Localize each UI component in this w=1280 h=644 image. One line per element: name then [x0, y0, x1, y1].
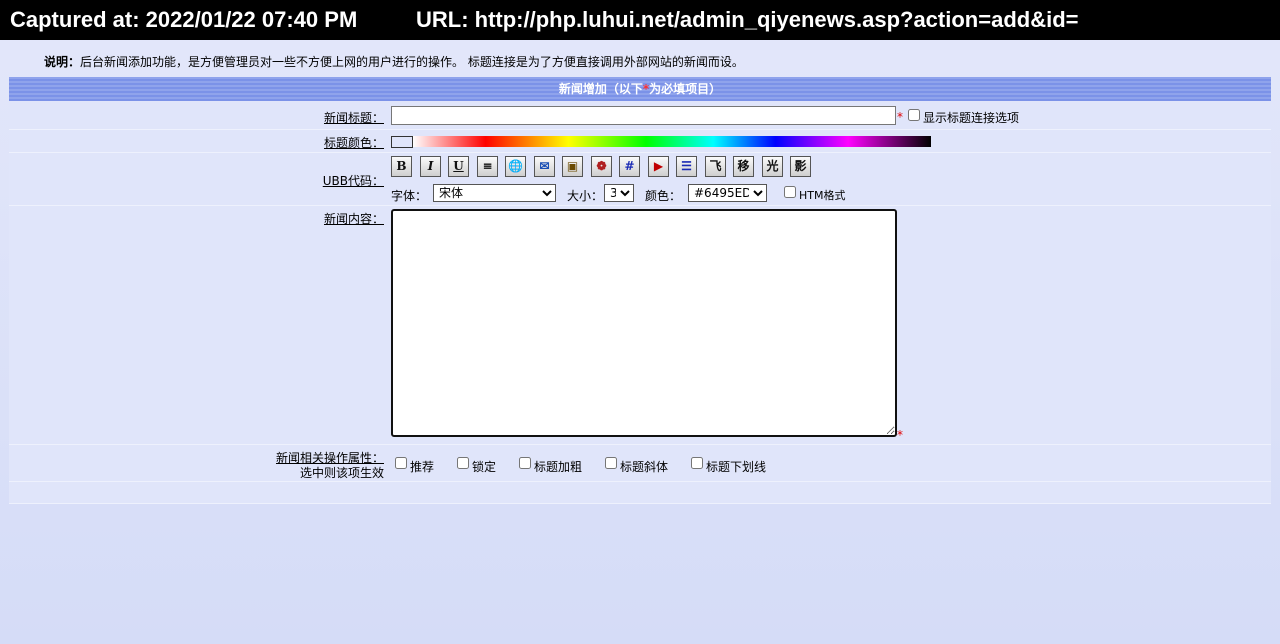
note-text: 后台新闻添加功能，是方便管理员对一些不方便上网的用户进行的操作。 标题连接是为了… [80, 55, 744, 69]
font-label: 字体： [391, 189, 428, 203]
row-footer [9, 482, 1271, 504]
quote-button[interactable]: ▶ [648, 156, 669, 177]
show-link-label: 显示标题连接选项 [923, 111, 1020, 125]
italic-title-label: 标题斜体 [620, 460, 669, 474]
capture-time: Captured at: 2022/01/22 07:40 PM [10, 7, 358, 32]
recommend-label: 推荐 [410, 460, 435, 474]
content-required-mark: * [897, 428, 903, 442]
title-color-label: 标题颜色： [323, 136, 384, 150]
ubb-toolbar: B I U ≡ 🌐 ✉ ▣ ❁ # ▶ ☰ 飞 移 光 影 [391, 156, 821, 178]
section-title-post: 为必填项目） [649, 82, 722, 96]
lock-label: 锁定 [472, 460, 497, 474]
color-palette[interactable] [413, 136, 931, 147]
note-label: 说明： [44, 55, 81, 69]
underline-button[interactable]: U [448, 156, 469, 177]
underline-title-label: 标题下划线 [706, 460, 767, 474]
content-textarea[interactable] [391, 209, 897, 437]
code-button[interactable]: # [619, 156, 640, 177]
row-attributes: 新闻相关操作属性： 选中则该项生效 推荐 锁定 标题加粗 标题斜体 标题下划线 [9, 445, 1271, 482]
recommend-checkbox[interactable] [395, 457, 407, 469]
capture-url: URL: http://php.luhui.net/admin_qiyenews… [416, 7, 1079, 32]
title-required-mark: * [897, 110, 903, 124]
fly-button[interactable]: 飞 [705, 156, 726, 177]
section-title-pre: 新闻增加（以下 [558, 82, 643, 96]
ubb-label: UBB代码： [322, 174, 384, 188]
font-color-select[interactable]: #6495ED [688, 184, 767, 202]
underline-title-checkbox[interactable] [691, 457, 703, 469]
row-content: 新闻内容： * [9, 206, 1271, 445]
content-label: 新闻内容： [323, 212, 384, 226]
center-button[interactable]: ≡ [477, 156, 498, 177]
section-header: 新闻增加（以下*为必填项目） [9, 77, 1271, 101]
capture-bar: Captured at: 2022/01/22 07:40 PM URL: ht… [0, 0, 1280, 40]
list-button[interactable]: ☰ [676, 156, 697, 177]
url-button[interactable]: 🌐 [505, 156, 526, 177]
size-label: 大小： [567, 189, 604, 203]
glow-button[interactable]: 光 [762, 156, 783, 177]
font-select[interactable]: 宋体 [433, 184, 556, 202]
italic-title-checkbox[interactable] [605, 457, 617, 469]
bold-title-checkbox[interactable] [519, 457, 531, 469]
row-ubb: UBB代码： B I U ≡ 🌐 ✉ ▣ ❁ # ▶ ☰ 飞 移 光 影 字体：… [9, 153, 1271, 206]
title-input[interactable] [391, 106, 896, 125]
selected-color-swatch[interactable] [391, 136, 413, 148]
move-button[interactable]: 移 [733, 156, 754, 177]
attributes-hint: 选中则该项生效 [299, 466, 384, 480]
size-select[interactable]: 3 [604, 184, 634, 202]
flash-button[interactable]: ❁ [591, 156, 612, 177]
row-title-color: 标题颜色： [9, 130, 1271, 153]
font-color-label: 颜色： [645, 189, 682, 203]
email-button[interactable]: ✉ [534, 156, 555, 177]
show-link-checkbox[interactable] [908, 109, 920, 121]
lock-checkbox[interactable] [457, 457, 469, 469]
italic-button[interactable]: I [420, 156, 441, 177]
html-format-label: HTM格式 [799, 189, 846, 202]
title-label: 新闻标题： [323, 111, 384, 125]
image-button[interactable]: ▣ [562, 156, 583, 177]
html-format-checkbox[interactable] [784, 186, 796, 198]
bold-title-label: 标题加粗 [534, 460, 583, 474]
bold-button[interactable]: B [391, 156, 412, 177]
row-title: 新闻标题： * 显示标题连接选项 [9, 102, 1271, 130]
shadow-button[interactable]: 影 [790, 156, 811, 177]
description-note: 说明：后台新闻添加功能，是方便管理员对一些不方便上网的用户进行的操作。 标题连接… [44, 53, 744, 70]
